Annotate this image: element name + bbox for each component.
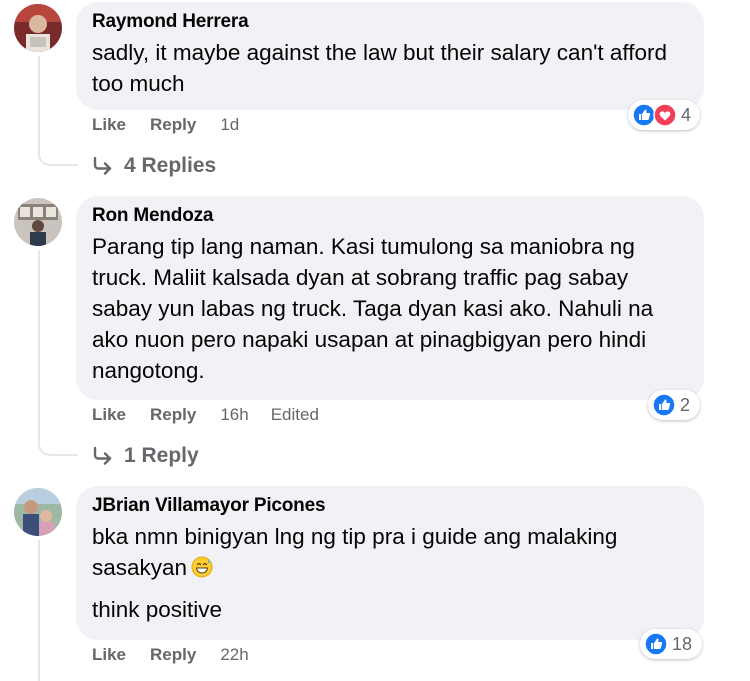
- edited-label: Edited: [270, 405, 319, 424]
- thread-line: [38, 56, 40, 152]
- reactions-summary[interactable]: 18: [640, 629, 702, 659]
- reactions-summary[interactable]: 2: [648, 390, 700, 420]
- comment-actions: Like Reply 1d: [92, 115, 261, 135]
- replies-label[interactable]: 4 Replies: [124, 154, 216, 178]
- comment-author[interactable]: Ron Mendoza: [92, 205, 688, 227]
- comment-text: think positive: [92, 597, 223, 622]
- comment-thread: Raymond Herrera sadly, it maybe against …: [0, 0, 750, 681]
- reaction-count: 18: [672, 633, 693, 654]
- comment-author[interactable]: Raymond Herrera: [92, 11, 688, 33]
- avatar[interactable]: [14, 198, 62, 246]
- reaction-count: 4: [681, 104, 692, 125]
- comment-bubble: JBrian Villamayor Picones bka nmn binigy…: [76, 486, 704, 640]
- like-icon: [652, 393, 676, 417]
- thread-line: [38, 250, 40, 442]
- reply-button[interactable]: Reply: [150, 405, 196, 425]
- view-replies-link[interactable]: 1 Reply: [92, 444, 199, 468]
- view-replies-link[interactable]: 4 Replies: [92, 154, 216, 178]
- comment-author[interactable]: JBrian Villamayor Picones: [92, 495, 688, 517]
- reply-arrow-icon: [93, 157, 112, 175]
- comment-actions: Like Reply 16h Edited: [92, 405, 341, 425]
- like-button[interactable]: Like: [92, 115, 126, 135]
- comment-text: Parang tip lang naman. Kasi tumulong sa …: [92, 234, 654, 383]
- comment-text: bka nmn binigyan lng ng tip pra i guide …: [92, 521, 688, 586]
- replies-label[interactable]: 1 Reply: [124, 444, 199, 468]
- avatar[interactable]: [14, 4, 62, 52]
- comment-timestamp[interactable]: 22h: [220, 645, 248, 665]
- reply-arrow-icon: [93, 447, 112, 465]
- like-icon: [644, 632, 668, 656]
- like-button[interactable]: Like: [92, 405, 126, 425]
- reply-connector: [38, 150, 78, 166]
- comment-text: sadly, it maybe against the law but thei…: [92, 40, 668, 96]
- comment-timestamp[interactable]: 1d: [220, 115, 239, 135]
- reactions-summary[interactable]: 4: [628, 100, 700, 130]
- thread-line: [38, 540, 40, 681]
- reply-connector: [38, 440, 78, 456]
- love-icon: [653, 103, 677, 127]
- avatar[interactable]: [14, 488, 62, 536]
- comment-timestamp[interactable]: 16h: [220, 405, 248, 425]
- reply-button[interactable]: Reply: [150, 115, 196, 135]
- comment-actions: Like Reply 22h: [92, 645, 271, 665]
- grinning-sweat-emoji: [191, 555, 213, 586]
- comment-bubble: Raymond Herrera sadly, it maybe against …: [76, 2, 704, 110]
- reaction-count: 2: [680, 394, 691, 415]
- reply-button[interactable]: Reply: [150, 645, 196, 665]
- like-button[interactable]: Like: [92, 645, 126, 665]
- comment-bubble: Ron Mendoza Parang tip lang naman. Kasi …: [76, 196, 704, 400]
- comment-text-body: bka nmn binigyan lng ng tip pra i guide …: [92, 524, 618, 580]
